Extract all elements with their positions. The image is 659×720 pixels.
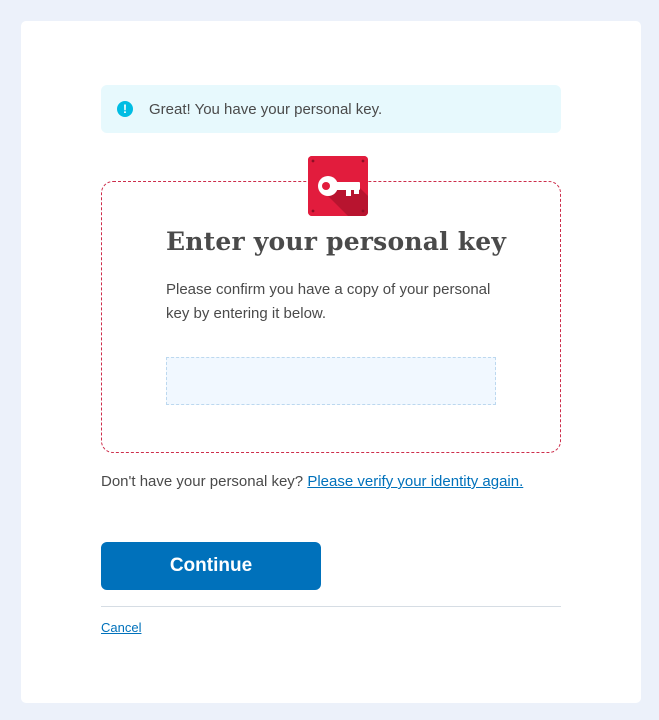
success-alert: ! Great! You have your personal key. <box>101 85 561 133</box>
divider <box>101 606 561 607</box>
continue-button[interactable]: Continue <box>101 542 321 590</box>
verify-help-prefix: Don't have your personal key? <box>101 473 304 490</box>
verify-help-text: Don't have your personal key? Please ver… <box>101 473 523 490</box>
key-icon <box>308 156 368 216</box>
instructions-text: Please confirm you have a copy of your p… <box>166 281 491 322</box>
cancel-link[interactable]: Cancel <box>101 620 141 635</box>
info-exclamation-icon: ! <box>117 101 133 117</box>
personal-key-input[interactable] <box>166 357 496 405</box>
alert-message: Great! You have your personal key. <box>149 100 383 118</box>
main-card: ! Great! You have your personal key. Ent… <box>21 21 641 703</box>
verify-identity-link[interactable]: Please verify your identity again. <box>307 473 523 490</box>
key-badge <box>308 156 368 216</box>
page-title: Enter your personal key <box>166 227 507 256</box>
